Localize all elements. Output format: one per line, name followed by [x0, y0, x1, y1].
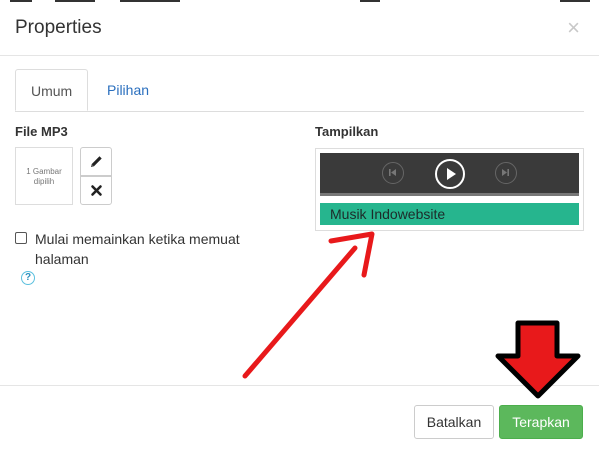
remove-file-button[interactable]	[80, 176, 112, 205]
times-icon	[91, 185, 102, 196]
dialog-footer: Batalkan Terapkan	[0, 385, 599, 454]
track-title: Musik Indowebsite	[320, 203, 579, 225]
file-mp3-label: File MP3	[15, 124, 68, 139]
next-track-icon[interactable]	[495, 162, 517, 184]
pencil-icon	[91, 156, 102, 167]
tab-pilihan[interactable]: Pilihan	[92, 69, 164, 111]
display-label: Tampilkan	[315, 124, 379, 139]
tab-bar: Umum Pilihan	[15, 69, 584, 112]
apply-button[interactable]: Terapkan	[499, 405, 583, 439]
previous-track-icon[interactable]	[382, 162, 404, 184]
edit-file-button[interactable]	[80, 147, 112, 176]
play-icon[interactable]	[435, 159, 465, 189]
autoplay-checkbox[interactable]	[15, 232, 27, 244]
autoplay-label[interactable]: Mulai memainkan ketika memuat halaman	[35, 229, 275, 269]
tab-umum[interactable]: Umum	[15, 69, 88, 111]
progress-track[interactable]	[320, 193, 579, 196]
audio-player	[320, 153, 579, 196]
cancel-button[interactable]: Batalkan	[414, 405, 494, 439]
close-icon[interactable]: ×	[567, 17, 580, 39]
player-preview: Musik Indowebsite	[315, 148, 584, 231]
thumbnail-text: 1 Gambar dipilih	[26, 167, 62, 186]
file-thumbnail[interactable]: 1 Gambar dipilih	[15, 147, 73, 205]
dialog-header: Properties ×	[0, 2, 599, 56]
dialog-title: Properties	[15, 17, 102, 38]
help-icon[interactable]: ?	[21, 271, 35, 285]
properties-dialog: Properties × Umum Pilihan File MP3 1 Gam…	[0, 0, 599, 453]
